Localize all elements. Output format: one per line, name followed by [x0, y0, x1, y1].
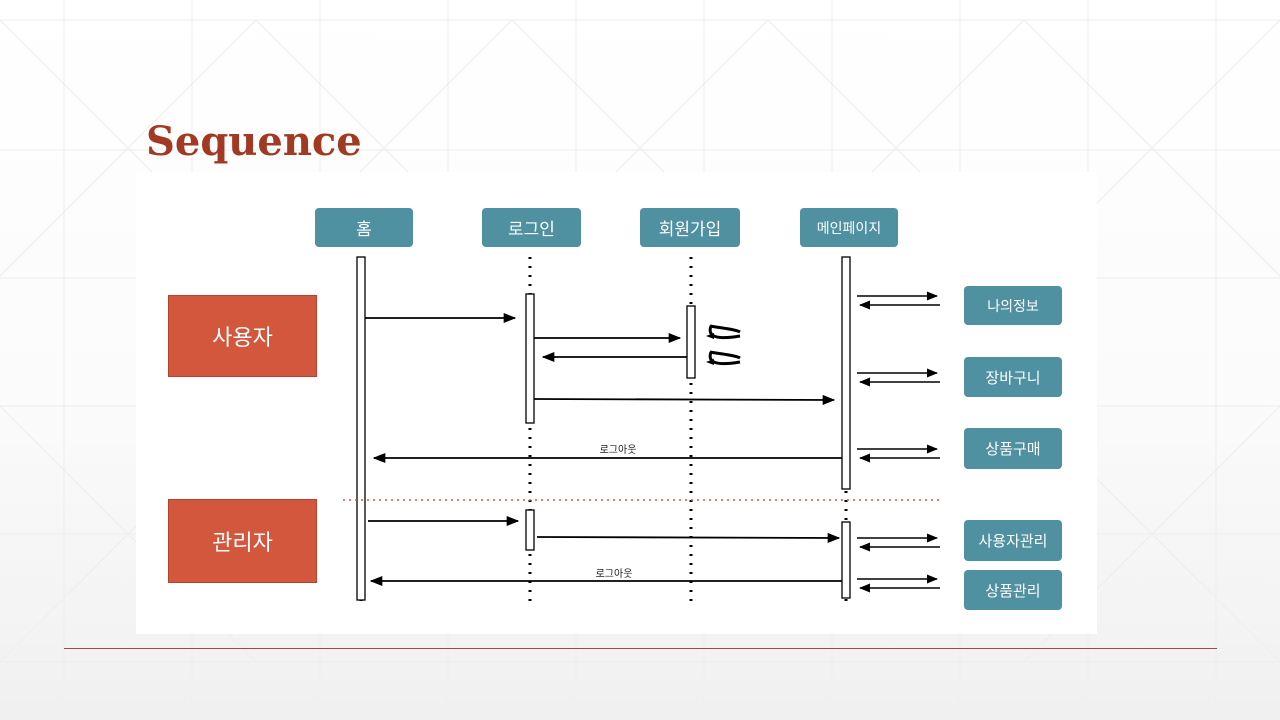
self-loop-2: [709, 324, 741, 334]
logout-label-admin: 로그아웃: [596, 568, 633, 580]
actor-admin: 관리자: [168, 499, 317, 583]
participant-login: 로그인: [482, 208, 581, 247]
participant-signup: 회원가입: [640, 208, 740, 247]
menu-purchase: 상품구매: [964, 428, 1062, 469]
activation-main-user: [841, 256, 851, 490]
menu-my-info: 나의정보: [964, 286, 1062, 325]
activation-signup: [686, 305, 696, 379]
msg-admin-login-to-main: [536, 532, 841, 544]
menu-user-management: 사용자관리: [964, 520, 1062, 561]
participant-home: 홈: [315, 208, 413, 247]
logout-label-user: 로그아웃: [600, 444, 637, 456]
participant-main-page: 메인페이지: [800, 208, 898, 247]
menu-product-management: 상품관리: [964, 570, 1062, 610]
menu-cart: 장바구니: [964, 357, 1062, 397]
activation-login-admin: [525, 509, 535, 551]
activation-home: [356, 256, 366, 601]
self-loop-4: [709, 350, 741, 360]
self-loops: [708, 324, 741, 366]
activation-main-admin: [841, 521, 851, 599]
activation-login-user: [525, 293, 535, 424]
actor-user: 사용자: [168, 295, 317, 377]
lifelines: [359, 257, 848, 608]
footer-line: [64, 648, 1217, 649]
menu-arrows: [857, 291, 940, 593]
msg-login-to-main: [533, 394, 836, 406]
activation-bars: [356, 256, 851, 601]
